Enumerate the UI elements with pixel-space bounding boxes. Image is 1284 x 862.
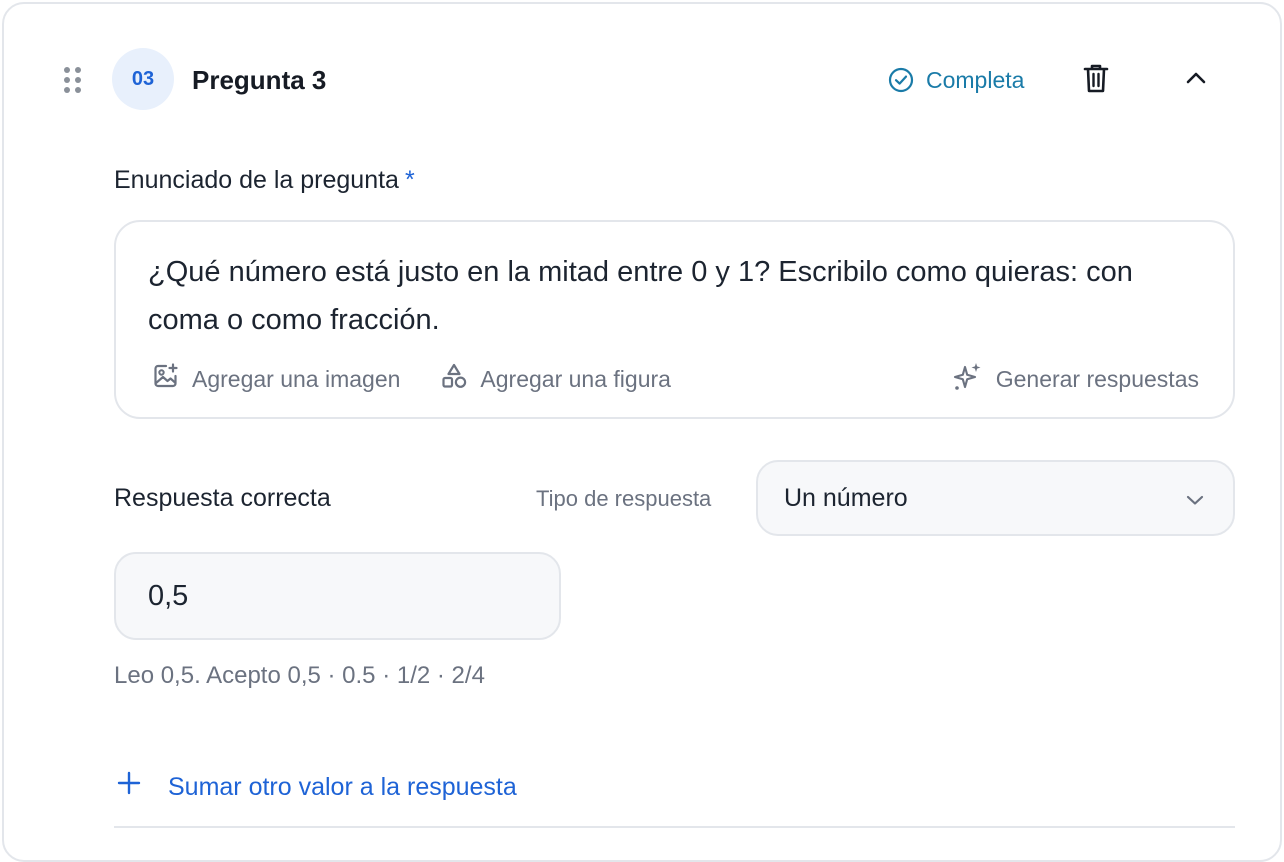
statement-label: Enunciado de la pregunta * [114, 164, 415, 196]
statement-label-text: Enunciado de la pregunta [114, 166, 399, 194]
add-answer-value-button[interactable]: Sumar otro valor a la respuesta [116, 770, 517, 804]
statement-text[interactable]: ¿Qué número está justo en la mitad entre… [148, 248, 1148, 344]
statement-editor[interactable]: ¿Qué número está justo en la mitad entre… [114, 220, 1235, 419]
generate-answers-button[interactable]: Generar respuestas [952, 360, 1199, 398]
add-image-button[interactable]: Agregar una imagen [152, 362, 400, 396]
add-image-label: Agregar una imagen [192, 365, 401, 392]
collapse-button[interactable] [1176, 60, 1216, 100]
correct-answer-label: Respuesta correcta [114, 484, 331, 512]
answer-type-select[interactable]: Un número [756, 460, 1235, 536]
question-title: Pregunta 3 [192, 65, 327, 95]
drag-handle-icon[interactable] [62, 64, 84, 96]
sparkles-icon [952, 360, 984, 398]
answer-type-value: Un número [784, 483, 908, 512]
answer-type-label: Tipo de respuesta [536, 486, 712, 511]
delete-question-button[interactable] [1076, 60, 1116, 100]
chevron-up-icon [1185, 71, 1207, 90]
shapes-icon [440, 362, 468, 396]
status-badge: Completa [888, 64, 1024, 96]
add-answer-value-label: Sumar otro valor a la respuesta [168, 773, 517, 801]
question-card: 03 Pregunta 3 Completa Enunciado de la p… [2, 2, 1282, 862]
question-number-badge: 03 [112, 48, 174, 110]
divider [114, 826, 1235, 828]
required-marker: * [404, 166, 415, 194]
image-plus-icon [152, 362, 180, 396]
generate-answers-label: Generar respuestas [995, 365, 1199, 392]
trash-icon [1082, 62, 1110, 99]
status-label: Completa [926, 66, 1025, 93]
statement-toolbar: Agregar una imagen Agregar una figura Ge… [152, 362, 1199, 396]
add-figure-button[interactable]: Agregar una figura [440, 362, 671, 396]
chevron-down-icon [1185, 484, 1205, 513]
answer-hint: Leo 0,5. Acepto 0,5 · 0.5 · 1/2 · 2/4 [114, 662, 485, 689]
plus-icon [116, 770, 142, 804]
check-circle-icon [888, 67, 914, 93]
add-figure-label: Agregar una figura [480, 365, 671, 392]
correct-answer-input[interactable]: 0,5 [114, 552, 561, 640]
